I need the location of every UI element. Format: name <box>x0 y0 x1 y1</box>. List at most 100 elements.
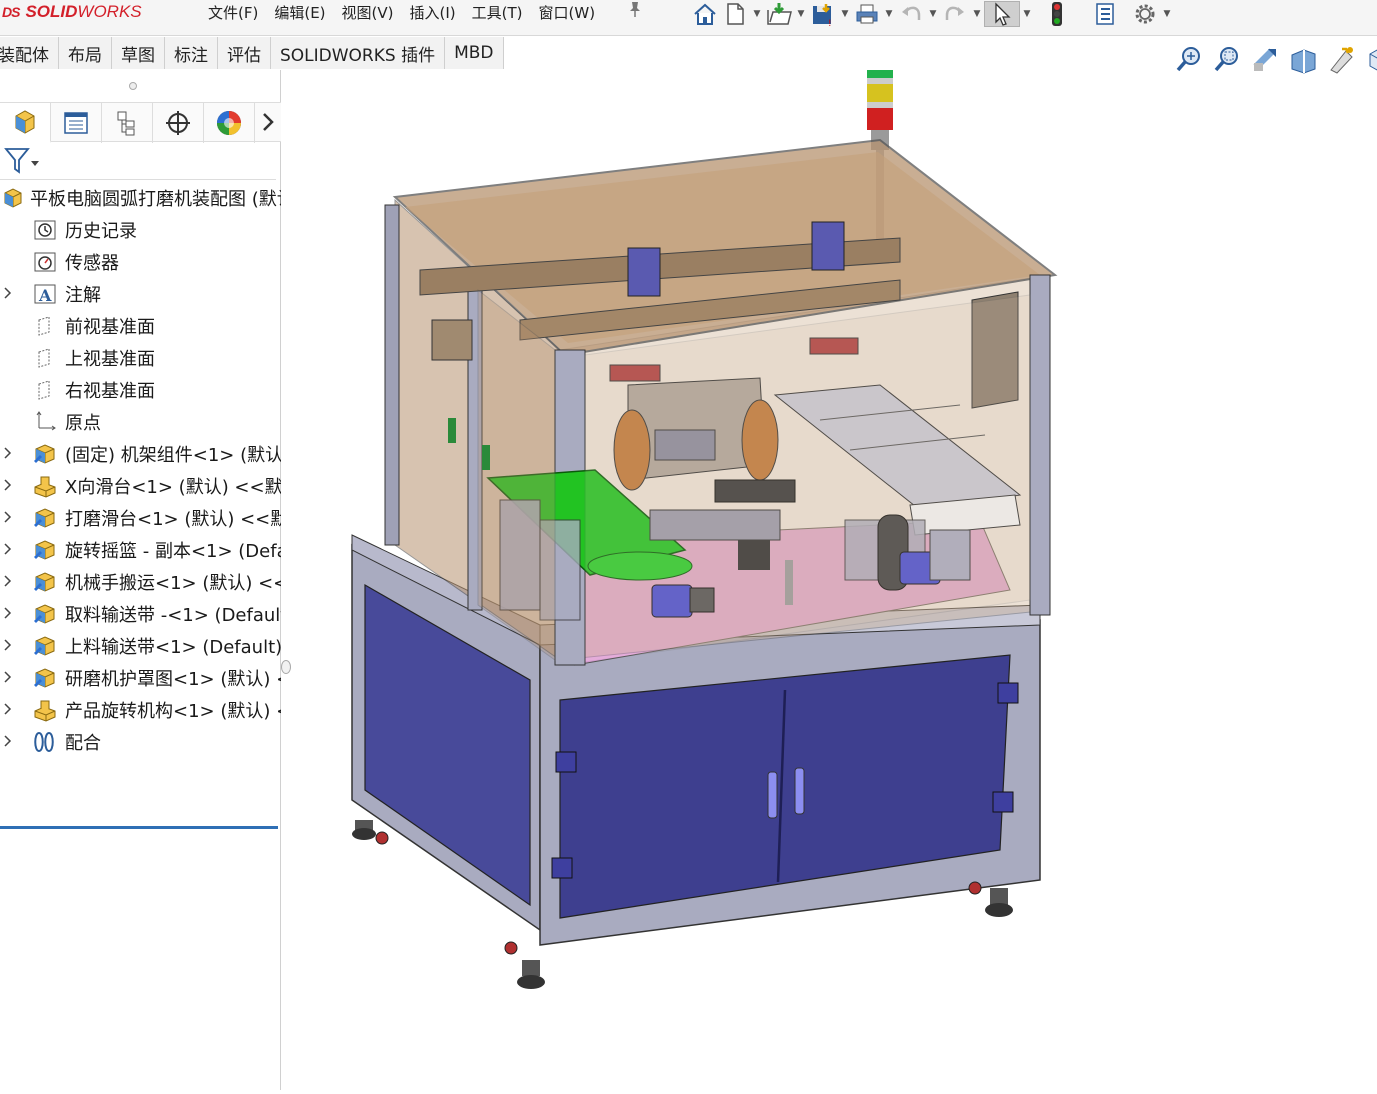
menu-window[interactable]: 窗口(W) <box>531 2 604 23</box>
tab-sketch[interactable]: 草图 <box>112 37 165 69</box>
plane-icon <box>32 313 58 339</box>
solidworks-logo[interactable]: DS SOLID WORKS <box>2 0 142 24</box>
expand-chevron-icon[interactable] <box>4 606 14 622</box>
pin-menu-icon[interactable] <box>626 0 644 22</box>
machine-3d-model[interactable] <box>282 45 1377 1090</box>
svg-text:A: A <box>38 286 52 305</box>
undo-icon[interactable] <box>896 1 926 27</box>
save-dropdown-icon[interactable]: ▼ <box>838 9 852 19</box>
plane-icon <box>32 345 58 371</box>
left-glass-door[interactable] <box>477 288 556 661</box>
menu-edit[interactable]: 编辑(E) <box>266 2 333 23</box>
tab-markup[interactable]: 标注 <box>165 37 218 69</box>
tree-root-assembly[interactable]: 平板电脑圆弧打磨机装配图 (默认 <box>0 182 281 214</box>
tab-solidworks-addins[interactable]: SOLIDWORKS 插件 <box>271 37 446 69</box>
open-dropdown-icon[interactable]: ▼ <box>794 9 808 19</box>
tab-assembly[interactable]: 装配体 <box>0 37 59 69</box>
options-dropdown-icon[interactable]: ▼ <box>1160 9 1174 19</box>
dimxpert-icon[interactable] <box>153 103 204 143</box>
annotation-icon: A <box>32 281 58 307</box>
tree-item[interactable]: 机械手搬运<1> (默认) << <box>0 566 281 598</box>
display-manager-icon[interactable] <box>204 103 255 143</box>
open-icon[interactable] <box>764 1 794 27</box>
tree-filter[interactable] <box>0 144 276 180</box>
tree-item-label: 研磨机护罩图<1> (默认) < <box>65 669 281 690</box>
tree-item[interactable]: 上视基准面 <box>0 342 281 374</box>
sensor-icon <box>32 249 58 275</box>
tree-item[interactable]: 配合 <box>0 726 281 758</box>
expand-chevron-icon[interactable] <box>4 510 14 526</box>
feature-tree: 平板电脑圆弧打磨机装配图 (默认 历史记录传感器 A 注解前视基准面 上视基准面 右视基… <box>0 182 281 758</box>
print-dropdown-icon[interactable]: ▼ <box>882 9 896 19</box>
part-icon <box>32 697 58 723</box>
tree-item[interactable]: 上料输送带<1> (Default) <box>0 630 281 662</box>
expand-chevron-icon[interactable] <box>4 446 14 462</box>
subassembly-icon <box>32 665 58 691</box>
tab-layout[interactable]: 布局 <box>59 37 112 69</box>
expand-chevron-icon[interactable] <box>4 542 14 558</box>
new-document-icon[interactable] <box>720 1 750 27</box>
propertymanager-icon[interactable] <box>51 103 102 143</box>
redo-dropdown-icon[interactable]: ▼ <box>970 9 984 19</box>
options-gear-icon[interactable] <box>1130 1 1160 27</box>
front-glass-door[interactable] <box>584 294 1031 663</box>
featuremanager-tree-icon[interactable] <box>0 103 51 143</box>
tree-item[interactable]: A 注解 <box>0 278 281 310</box>
expand-chevron-icon[interactable] <box>4 734 14 750</box>
tree-item-label: X向滑台<1> (默认) <<默认 <box>65 477 281 498</box>
subassembly-icon <box>32 537 58 563</box>
tree-item[interactable]: 取料输送带 -<1> (Default <box>0 598 281 630</box>
expand-chevron-icon[interactable] <box>4 286 14 302</box>
tree-item[interactable]: 历史记录 <box>0 214 281 246</box>
tree-rollback-bar[interactable] <box>0 826 278 829</box>
more-arrow-icon[interactable] <box>255 103 281 141</box>
select-pointer-icon[interactable] <box>984 1 1020 27</box>
expand-chevron-icon[interactable] <box>4 478 14 494</box>
origin-icon <box>32 409 58 435</box>
file-properties-icon[interactable] <box>1090 1 1120 27</box>
feature-manager-panel: 平板电脑圆弧打磨机装配图 (默认 历史记录传感器 A 注解前视基准面 上视基准面 右视基… <box>0 70 281 1090</box>
panel-collapse-handle[interactable] <box>129 82 137 90</box>
tree-item[interactable]: 右视基准面 <box>0 374 281 406</box>
configurationmanager-icon[interactable] <box>102 103 153 143</box>
tree-item[interactable]: 原点 <box>0 406 281 438</box>
tree-item-label: 注解 <box>65 285 101 306</box>
undo-dropdown-icon[interactable]: ▼ <box>926 9 940 19</box>
tab-evaluate[interactable]: 评估 <box>218 37 271 69</box>
tree-item-label: (固定) 机架组件<1> (默认) <box>65 445 281 466</box>
expand-chevron-icon[interactable] <box>4 702 14 718</box>
menu-file[interactable]: 文件(F) <box>200 2 266 23</box>
tab-mbd[interactable]: MBD <box>445 37 504 69</box>
expand-chevron-icon[interactable] <box>4 574 14 590</box>
graphics-area[interactable] <box>282 45 1377 1090</box>
expand-chevron-icon[interactable] <box>4 638 14 654</box>
tree-item[interactable]: (固定) 机架组件<1> (默认) <box>0 438 281 470</box>
tree-item-label: 取料输送带 -<1> (Default <box>65 605 281 626</box>
tree-item-label: 传感器 <box>65 253 119 274</box>
tree-item-label: 机械手搬运<1> (默认) << <box>65 573 281 594</box>
tree-item[interactable]: 传感器 <box>0 246 281 278</box>
menu-insert[interactable]: 插入(I) <box>402 2 464 23</box>
print-icon[interactable] <box>852 1 882 27</box>
save-icon[interactable]: ! <box>808 1 838 27</box>
tree-item[interactable]: 旋转摇篮 - 副本<1> (Defa <box>0 534 281 566</box>
tree-item[interactable]: 打磨滑台<1> (默认) <<默 <box>0 502 281 534</box>
home-icon[interactable] <box>690 1 720 27</box>
redo-icon[interactable] <box>940 1 970 27</box>
tree-item[interactable]: X向滑台<1> (默认) <<默认 <box>0 470 281 502</box>
tree-item[interactable]: 研磨机护罩图<1> (默认) < <box>0 662 281 694</box>
svg-text:!: ! <box>828 19 832 27</box>
menu-tools[interactable]: 工具(T) <box>464 2 531 23</box>
traffic-light-icon[interactable] <box>1042 1 1072 27</box>
select-dropdown-icon[interactable]: ▼ <box>1020 9 1034 19</box>
mates-icon <box>32 729 58 755</box>
expand-chevron-icon[interactable] <box>4 670 14 686</box>
filter-icon[interactable] <box>3 144 41 180</box>
tree-item[interactable]: 前视基准面 <box>0 310 281 342</box>
menu-view[interactable]: 视图(V) <box>334 2 402 23</box>
new-dropdown-icon[interactable]: ▼ <box>750 9 764 19</box>
tree-item-label: 打磨滑台<1> (默认) <<默 <box>65 509 281 530</box>
ds-logo-mark: DS <box>2 4 20 20</box>
manager-tabs <box>0 102 281 143</box>
tree-item[interactable]: 产品旋转机构<1> (默认) < <box>0 694 281 726</box>
